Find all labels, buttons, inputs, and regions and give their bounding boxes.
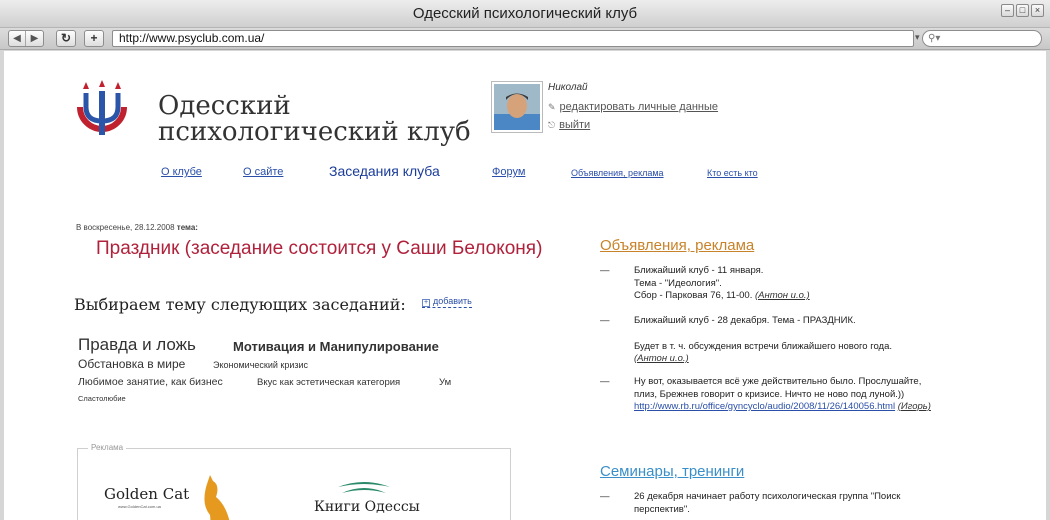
logout-icon: ⎋ [548, 120, 556, 130]
topic-tag[interactable]: Ум [439, 377, 451, 388]
nav-announcements[interactable]: Объявления, реклама [571, 168, 664, 178]
close-icon[interactable]: × [1031, 4, 1044, 17]
audio-link[interactable]: http://www.rb.ru/office/gyncyclo/audio/2… [634, 401, 895, 412]
ann-text: Тема - "Идеология". [634, 277, 722, 289]
nav-forum[interactable]: Форум [492, 166, 525, 178]
list-dash: — [600, 265, 610, 276]
nav-meetings[interactable]: Заседания клуба [329, 163, 440, 179]
seminars-title[interactable]: Семинары, тренинги [600, 463, 744, 480]
logout-label: выйти [559, 119, 591, 131]
list-dash: — [600, 376, 610, 387]
golden-cat-ad[interactable]: Golden Cat [104, 485, 189, 503]
add-topic-link[interactable]: + добавить [422, 296, 472, 308]
add-topic-label: добавить [433, 296, 472, 306]
plus-icon: + [422, 299, 430, 307]
ann-text: Ну вот, оказывается всё уже действительн… [634, 376, 922, 387]
golden-cat-url: www.GoldenCat.com.ua [118, 504, 161, 509]
meeting-title[interactable]: Праздник (заседание состоится у Саши Бел… [96, 238, 542, 260]
seminar-item: — 26 декабря начинает работу психологиче… [600, 491, 960, 516]
window-titlebar: Одесский психологический клуб – □ × [0, 0, 1050, 28]
topic-tag[interactable]: Экономический кризис [213, 360, 308, 370]
ann-text: Сбор - Парковая 76, 11-00. [634, 290, 753, 301]
ann-text: Ближайший клуб - 11 января. [634, 265, 764, 276]
nav-who-is-who[interactable]: Кто есть кто [707, 168, 758, 178]
psi-logo-icon[interactable] [72, 77, 132, 143]
topic-tag[interactable]: Обстановка в мире [78, 357, 185, 371]
window-title: Одесский психологический клуб [412, 5, 638, 22]
reload-icon[interactable]: ↻ [56, 30, 76, 47]
back-arrow-icon[interactable]: ◀ [9, 31, 26, 46]
url-dropdown-icon[interactable]: ▾ [915, 32, 920, 43]
address-bar[interactable]: http://www.psyclub.com.ua/ [112, 30, 914, 47]
minimize-icon[interactable]: – [1001, 4, 1014, 17]
nav-about-site[interactable]: О сайте [243, 166, 283, 178]
maximize-icon[interactable]: □ [1016, 4, 1029, 17]
ann-text: Будет в т. ч. обсуждения встречи ближайш… [634, 340, 893, 352]
pencil-icon: ✎ [548, 102, 556, 112]
site-title-line2: психологический клуб [158, 117, 471, 147]
site-title-line1: Одесский [158, 91, 291, 121]
seminar-text: 26 декабря начинает работу психологическ… [634, 491, 901, 502]
cat-logo-icon[interactable] [190, 475, 238, 520]
magnifier-icon: ⚲▾ [928, 33, 941, 44]
logout-link[interactable]: ⎋ выйти [548, 119, 590, 131]
edit-profile-link[interactable]: ✎ редактировать личные данные [548, 101, 718, 113]
site-title[interactable]: Одесский психологический клуб [158, 93, 471, 145]
add-bookmark-icon[interactable]: + [84, 30, 104, 47]
topic-tag[interactable]: Любимое занятие, как бизнес [78, 376, 223, 388]
seminar-text: перспектив". [634, 503, 690, 515]
announcement-item: — Ближайший клуб - 28 декабря. Тема - ПР… [600, 315, 960, 366]
ad-label: Реклама [88, 443, 127, 452]
books-odessa-ad[interactable]: Книги Одессы [314, 499, 420, 515]
meeting-label: тема: [176, 223, 198, 232]
author-link[interactable]: (Антон и.о.) [634, 353, 689, 364]
book-wings-logo-icon[interactable] [336, 479, 392, 497]
announcement-item: — Ну вот, оказывается всё уже действител… [600, 376, 960, 414]
search-box[interactable]: ⚲▾ [922, 30, 1042, 47]
list-dash: — [600, 491, 610, 502]
window-controls: – □ × [1001, 4, 1044, 17]
ann-text: плиз, Брежнев говорит о кризисе. Ничто н… [634, 388, 905, 400]
ann-text: Ближайший клуб - 28 декабря. Тема - ПРАЗ… [634, 315, 856, 326]
nav-buttons: ◀ ▶ [8, 30, 44, 47]
forward-arrow-icon[interactable]: ▶ [26, 31, 43, 46]
announcement-item: — Ближайший клуб - 11 января. Тема - "Ид… [600, 265, 960, 303]
user-photo [494, 84, 540, 130]
author-link[interactable]: (Антон и.о.) [755, 290, 810, 301]
topic-tag[interactable]: Мотивация и Манипулирование [233, 339, 439, 354]
meeting-date: В воскресенье, 28.12.2008 тема: [76, 223, 198, 232]
page-viewport: Одесский психологический клуб Николай ✎ р… [4, 51, 1046, 520]
topic-tag[interactable]: Правда и ложь [78, 335, 196, 355]
user-name: Николай [548, 82, 588, 93]
topic-tag[interactable]: Сластолюбие [78, 394, 126, 403]
ad-block: Реклама Golden Cat www.GoldenCat.com.ua … [77, 443, 511, 520]
list-dash: — [600, 315, 610, 326]
author-link[interactable]: (Игорь) [898, 401, 931, 412]
browser-toolbar: ◀ ▶ ↻ + http://www.psyclub.com.ua/ ▾ ⚲▾ [0, 28, 1050, 50]
edit-profile-label: редактировать личные данные [559, 101, 719, 113]
nav-about-club[interactable]: О клубе [161, 166, 202, 178]
meeting-date-text: В воскресенье, 28.12.2008 [76, 223, 175, 232]
topics-heading: Выбираем тему следующих заседаний: [74, 295, 406, 314]
announcements-title[interactable]: Объявления, реклама [600, 237, 754, 254]
topic-tag[interactable]: Вкус как эстетическая категория [257, 377, 400, 388]
avatar[interactable] [491, 81, 543, 133]
